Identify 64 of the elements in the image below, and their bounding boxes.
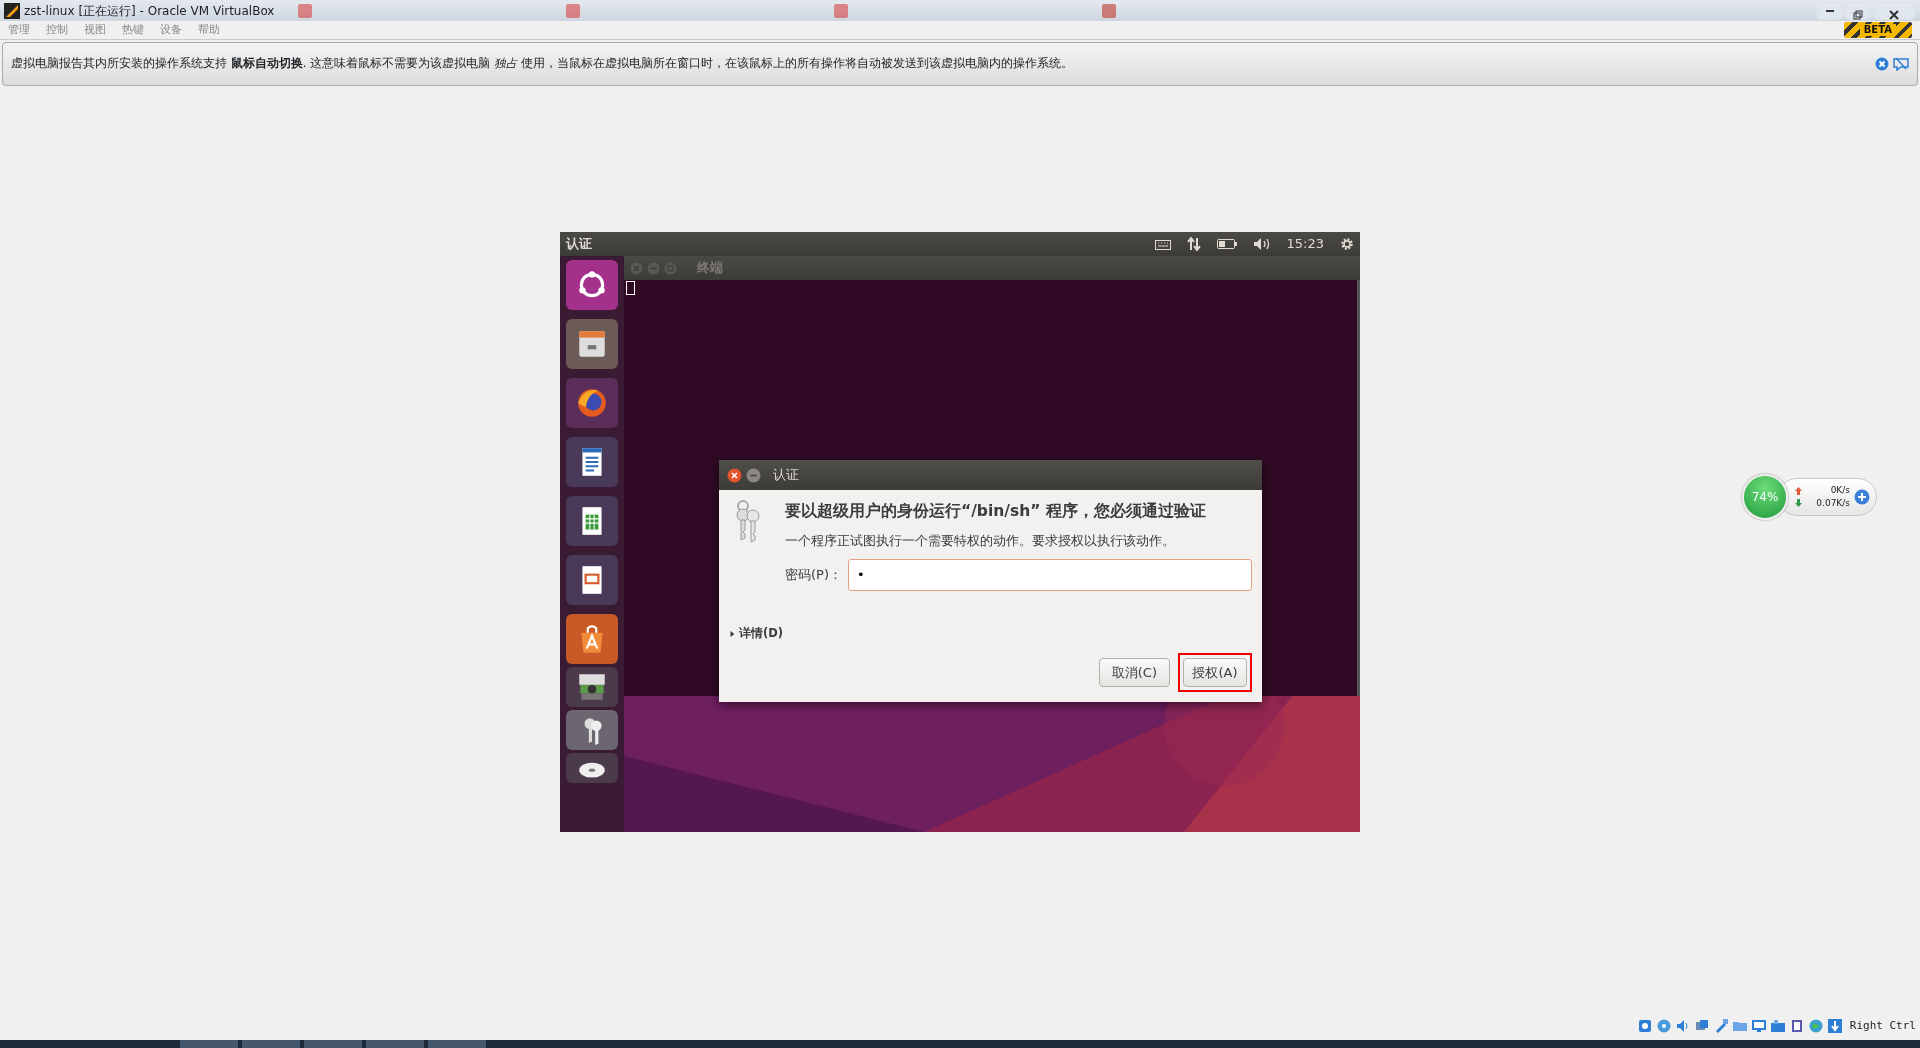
file-drawer-launcher-button[interactable]: [566, 319, 618, 369]
keys-launcher-button[interactable]: [566, 710, 618, 750]
settings-icon[interactable]: [1340, 237, 1354, 251]
mouse-pointer-icon[interactable]: [1893, 57, 1909, 71]
app-logo-icon: [4, 2, 20, 19]
minimize-button[interactable]: [1816, 1, 1844, 20]
upload-arrow-icon: [1795, 487, 1802, 495]
tab-icon[interactable]: [834, 4, 849, 18]
network-arrows-icon[interactable]: [1186, 237, 1201, 251]
presentation-launcher-button[interactable]: [566, 555, 618, 605]
mouse-capture-icon[interactable]: [1807, 1018, 1824, 1034]
browser-globe-icon: [575, 386, 609, 420]
expand-arrow-icon: [729, 629, 735, 638]
close-button[interactable]: [1872, 1, 1916, 20]
restore-button[interactable]: [1844, 1, 1872, 20]
dialog-message: 一个程序正试图执行一个需要特权的动作。要求授权以执行该动作。: [785, 532, 1176, 551]
clock[interactable]: 15:23: [1286, 234, 1324, 254]
shopping-bag-launcher-button[interactable]: [566, 614, 618, 664]
keyboard-capture-icon[interactable]: [1826, 1018, 1843, 1034]
dialog-heading: 要以超级用户的身份运行“/bin/sh” 程序，您必须通过验证: [785, 501, 1207, 522]
menu-item[interactable]: 帮助: [198, 21, 220, 39]
menu-item[interactable]: 管理: [8, 21, 30, 39]
usage-gauge[interactable]: 74%: [1742, 474, 1788, 520]
password-field[interactable]: •: [848, 558, 1252, 591]
battery-icon[interactable]: [1216, 239, 1237, 249]
dialog-title: 认证: [773, 466, 799, 485]
window-title: zst-linux [正在运行] - Oracle VM VirtualBox: [24, 2, 275, 20]
tab-icon[interactable]: [566, 4, 581, 18]
panel-title: 认证: [566, 235, 593, 254]
add-icon[interactable]: [1854, 489, 1870, 505]
upload-speed: 0K/s: [1830, 484, 1850, 497]
tab-icon[interactable]: [1102, 4, 1117, 18]
text-cursor: [626, 281, 635, 295]
video-capture-icon[interactable]: [1769, 1018, 1786, 1034]
keyboard-icon[interactable]: [1154, 238, 1171, 250]
menu-item[interactable]: 热键: [122, 21, 144, 39]
minimize-icon: [1826, 9, 1834, 12]
cancel-button[interactable]: 取消(C): [1098, 657, 1170, 687]
speaker-icon[interactable]: [1674, 1018, 1691, 1034]
window-title: 终端: [697, 259, 723, 278]
menu-item[interactable]: 控制: [46, 21, 68, 39]
restore-icon: [1853, 10, 1863, 20]
host-key-label: Right Ctrl: [1849, 1017, 1916, 1034]
volume-icon[interactable]: [1252, 237, 1271, 251]
tab-icon[interactable]: [298, 4, 313, 18]
download-speed: 0.07K/s: [1816, 497, 1850, 510]
circle-logo-launcher-button[interactable]: [566, 260, 618, 310]
disc-launcher-button[interactable]: [566, 753, 618, 783]
notification-message: 虚拟电脑报告其内所安装的操作系统支持 鼠标自动切换. 这意味着鼠标不需要为该虚拟电脑 独占 使用，当鼠标在虚拟电脑所在窗口时，在该鼠标上的所有操作将自动被发送到该虚拟电脑内的操作系统。: [11, 55, 1075, 73]
spreadsheet-launcher-button[interactable]: [566, 496, 618, 546]
beta-label: BETA: [1859, 24, 1896, 36]
close-icon[interactable]: [727, 467, 742, 483]
monitor-icon[interactable]: [1750, 1018, 1767, 1034]
browser-globe-launcher-button[interactable]: [566, 378, 618, 428]
stacked-apps-launcher-button[interactable]: [566, 667, 618, 707]
download-arrow-icon: [1795, 499, 1802, 507]
details-expander[interactable]: 详情(D): [729, 625, 784, 643]
optical-disc-icon[interactable]: [1655, 1018, 1672, 1034]
menu-item[interactable]: 设备: [160, 21, 182, 39]
close-icon: [1889, 10, 1899, 20]
password-label: 密码(P)：: [785, 566, 843, 584]
document-launcher-button[interactable]: [566, 437, 618, 487]
authorize-button[interactable]: 授权(A): [1183, 657, 1247, 687]
menu-item[interactable]: 视图: [84, 21, 106, 39]
